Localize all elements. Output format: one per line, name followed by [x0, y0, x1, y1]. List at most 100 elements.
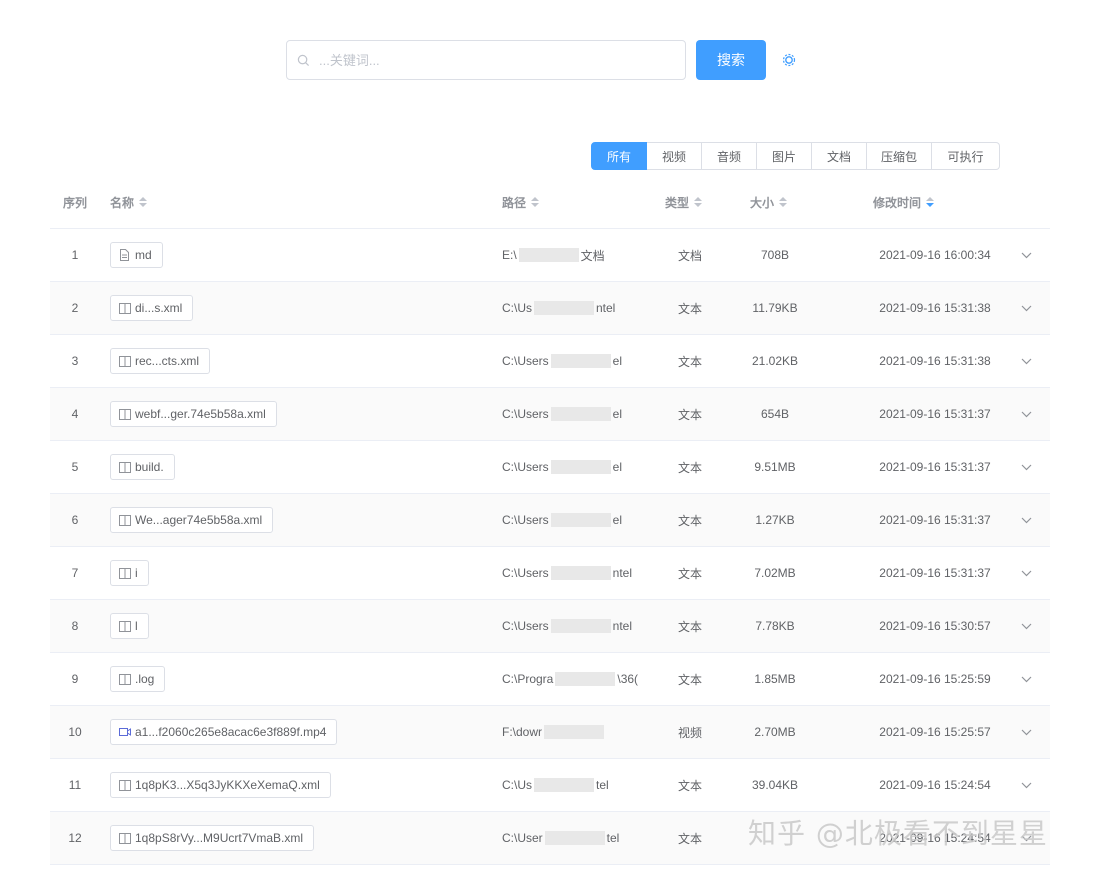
file-path-tail: el	[612, 513, 623, 527]
table-row[interactable]: 8 l C:\Users ntel 文本 7.78KB 2021-09-16 15:30:5…	[50, 600, 1050, 653]
table-row[interactable]: 6 We...ager74e5b58a.xml C:\Users el 文本 1.27KB…	[50, 494, 1050, 547]
file-name-tag[interactable]: a1...f2060c265e8acac6e3f889f.mp4	[110, 719, 338, 745]
file-name: webf...ger.74e5b58a.xml	[135, 407, 266, 421]
sort-icon[interactable]	[779, 197, 788, 207]
table-row[interactable]: 1 md E:\ 文档 文档 708B 2021-09-16 16:00:34	[50, 229, 1050, 282]
file-path: F:\dowr	[502, 725, 543, 739]
expand-chevron-icon[interactable]	[1015, 547, 1037, 599]
expand-chevron-icon[interactable]	[1015, 653, 1037, 705]
search-input[interactable]	[317, 51, 661, 69]
search-box[interactable]	[286, 40, 686, 80]
table-row[interactable]: 2 di...s.xml C:\Us ntel 文本 11.79KB 2021-09-16 …	[50, 282, 1050, 335]
name-cell: rec...cts.xml	[110, 335, 211, 387]
column-header-size-label: 大小	[750, 195, 775, 210]
filter-tab[interactable]: 压缩包	[867, 142, 932, 170]
file-name-tag[interactable]: l	[110, 613, 149, 639]
filter-tab[interactable]: 可执行	[932, 142, 1000, 170]
size-cell: 7.02MB	[754, 566, 796, 580]
column-header-size[interactable]: 大小	[750, 176, 788, 228]
size-cell: 21.02KB	[751, 354, 799, 368]
file-name-tag[interactable]: i	[110, 560, 149, 586]
file-path-tail: ntel	[596, 301, 616, 315]
settings-gear-icon[interactable]	[782, 53, 796, 67]
size-cell: 7.78KB	[755, 619, 795, 633]
type-cell: 文本	[677, 672, 702, 687]
modified-time-cell: 2021-09-16 15:31:37	[879, 566, 991, 580]
name-cell: i	[110, 547, 149, 599]
redacted-block	[555, 672, 616, 686]
table-row[interactable]: 11 1q8pK3...X5q3JyKKXeXemaQ.xml C:\Us tel 文本…	[50, 759, 1050, 812]
file-name-tag[interactable]: md	[110, 242, 163, 268]
file-name-tag[interactable]: .log	[110, 666, 166, 692]
filter-tab[interactable]: 视频	[647, 142, 702, 170]
row-index: 3	[71, 354, 79, 368]
size-cell: 654B	[760, 407, 790, 421]
file-name-tag[interactable]: webf...ger.74e5b58a.xml	[110, 401, 277, 427]
file-name: md	[135, 248, 152, 262]
document-icon	[119, 249, 131, 261]
sort-icon[interactable]	[139, 197, 148, 207]
expand-chevron-icon[interactable]	[1015, 494, 1037, 546]
size-cell: 1.85MB	[754, 672, 796, 686]
text-file-icon	[119, 355, 131, 367]
table-row[interactable]: 5 build. C:\Users el 文本 9.51MB 2021-09-16 15:3…	[50, 441, 1050, 494]
file-path: E:\	[502, 248, 517, 262]
column-header-name[interactable]: 名称	[110, 176, 148, 228]
expand-chevron-icon[interactable]	[1015, 282, 1037, 334]
table-row[interactable]: 4 webf...ger.74e5b58a.xml C:\Users el 文本 654B…	[50, 388, 1050, 441]
file-name-tag[interactable]: di...s.xml	[110, 295, 194, 321]
text-file-icon	[119, 514, 131, 526]
file-name-tag[interactable]: build.	[110, 454, 175, 480]
expand-chevron-icon[interactable]	[1015, 388, 1037, 440]
redacted-block	[534, 301, 594, 315]
filter-tab[interactable]: 所有	[591, 142, 647, 170]
row-index: 5	[71, 460, 79, 474]
name-cell: 1q8pK3...X5q3JyKKXeXemaQ.xml	[110, 759, 331, 811]
filter-tab[interactable]: 音频	[702, 142, 757, 170]
expand-chevron-icon[interactable]	[1015, 600, 1037, 652]
column-header-path[interactable]: 路径	[502, 176, 540, 228]
filter-tab[interactable]: 图片	[757, 142, 812, 170]
file-path-tail: tel	[596, 778, 609, 792]
text-file-icon	[119, 408, 131, 420]
redacted-block	[550, 566, 611, 580]
filter-tab[interactable]: 文档	[812, 142, 867, 170]
redacted-block	[544, 831, 605, 845]
table-row[interactable]: 7 i C:\Users ntel 文本 7.02MB 2021-09-16 15:31:3…	[50, 547, 1050, 600]
sort-desc-active-icon[interactable]	[926, 197, 935, 207]
table-row[interactable]: 9 .log C:\Progra \36(文本 1.85MB 2021-09-16 15:…	[50, 653, 1050, 706]
text-file-icon	[119, 302, 131, 314]
size-cell: 11.79KB	[752, 301, 798, 315]
table-row[interactable]: 10 a1...f2060c265e8acac6e3f889f.mp4 F:\dow…	[50, 706, 1050, 759]
name-cell: 1q8pS8rVy...M9Ucrt7VmaB.xml	[110, 812, 315, 864]
column-header-path-label: 路径	[502, 195, 527, 210]
search-button[interactable]: 搜索	[696, 40, 766, 80]
expand-chevron-icon[interactable]	[1015, 706, 1037, 758]
type-cell: 文本	[677, 566, 702, 581]
watermark-text: 知乎 @北极看不到星星	[748, 817, 1048, 850]
file-name-tag[interactable]: 1q8pS8rVy...M9Ucrt7VmaB.xml	[110, 825, 315, 851]
table-row[interactable]: 3 rec...cts.xml C:\Users el 文本 21.02KB 2021-09…	[50, 335, 1050, 388]
expand-chevron-icon[interactable]	[1015, 759, 1037, 811]
column-header-modified[interactable]: 修改时间	[873, 176, 935, 228]
type-cell: 文本	[677, 778, 702, 793]
sort-icon[interactable]	[531, 197, 540, 207]
file-path: C:\User	[502, 831, 543, 845]
file-name: We...ager74e5b58a.xml	[135, 513, 263, 527]
file-name-tag[interactable]: rec...cts.xml	[110, 348, 211, 374]
column-header-type-label: 类型	[665, 195, 690, 210]
sort-icon[interactable]	[694, 197, 703, 207]
redacted-block	[550, 513, 611, 527]
file-name-tag[interactable]: 1q8pK3...X5q3JyKKXeXemaQ.xml	[110, 772, 331, 798]
file-name: i	[135, 566, 138, 580]
file-path: C:\Us	[502, 778, 532, 792]
column-header-type[interactable]: 类型	[665, 176, 703, 228]
expand-chevron-icon[interactable]	[1015, 229, 1037, 281]
modified-time-cell: 2021-09-16 15:31:37	[879, 513, 991, 527]
modified-time-cell: 2021-09-16 15:31:37	[879, 407, 991, 421]
expand-chevron-icon[interactable]	[1015, 441, 1037, 493]
file-name-tag[interactable]: We...ager74e5b58a.xml	[110, 507, 274, 533]
name-cell: We...ager74e5b58a.xml	[110, 494, 274, 546]
row-index: 4	[71, 407, 79, 421]
expand-chevron-icon[interactable]	[1015, 335, 1037, 387]
